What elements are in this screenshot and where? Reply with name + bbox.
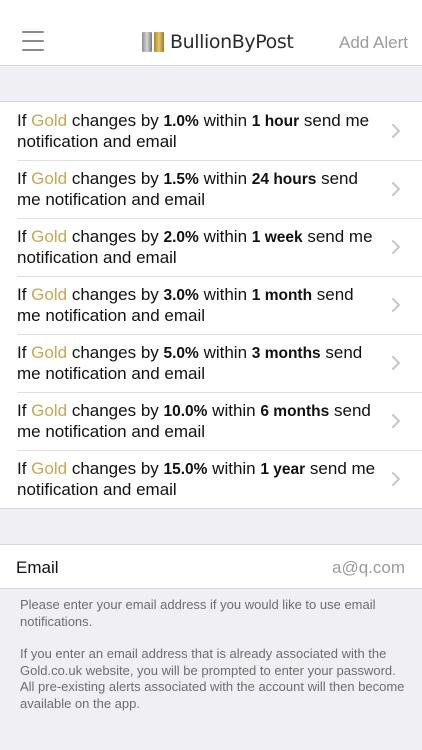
alert-row-gold-6-months[interactable]: If Gold changes by 10.0% within 6 months… — [0, 392, 422, 450]
alert-row-gold-1-month[interactable]: If Gold changes by 3.0% within 1 month s… — [0, 276, 422, 334]
change-percent: 10.0% — [163, 403, 208, 420]
time-period: 1 year — [260, 461, 306, 478]
chevron-right-icon — [392, 472, 400, 486]
time-period: 1 month — [251, 287, 313, 304]
alert-row-gold-3-months[interactable]: If Gold changes by 5.0% within 3 months … — [0, 334, 422, 392]
chevron-right-icon — [392, 124, 400, 138]
alert-row-gold-1-year[interactable]: If Gold changes by 15.0% within 1 year s… — [0, 450, 422, 508]
chevron-right-icon — [392, 298, 400, 312]
change-percent: 15.0% — [163, 461, 208, 478]
time-period: 3 months — [251, 345, 321, 362]
alert-description: If Gold changes by 5.0% within 3 months … — [17, 343, 363, 383]
email-help-text: Please enter your email address if you w… — [20, 597, 405, 712]
gold-bar-logo-icon — [142, 32, 164, 52]
alert-row-gold-1-week[interactable]: If Gold changes by 2.0% within 1 week se… — [0, 218, 422, 276]
alert-row-gold-1-hour[interactable]: If Gold changes by 1.0% within 1 hour se… — [0, 102, 422, 160]
metal-name: Gold — [31, 459, 68, 478]
alert-description: If Gold changes by 15.0% within 1 year s… — [17, 459, 376, 499]
logo-text: BullionByPost — [170, 31, 294, 53]
metal-name: Gold — [31, 111, 68, 130]
time-period: 1 week — [251, 229, 303, 246]
email-note-1: Please enter your email address if you w… — [20, 597, 376, 629]
alert-description: If Gold changes by 10.0% within 6 months… — [17, 401, 371, 441]
metal-name: Gold — [31, 169, 68, 188]
alert-row-gold-24-hours[interactable]: If Gold changes by 1.5% within 24 hours … — [0, 160, 422, 218]
change-percent: 3.0% — [163, 287, 199, 304]
email-row: Email — [0, 544, 422, 589]
navigation-bar: BullionByPost Add Alert — [0, 0, 422, 66]
change-percent: 2.0% — [163, 229, 199, 246]
change-percent: 1.0% — [163, 113, 199, 130]
email-label: Email — [16, 558, 59, 577]
time-period: 6 months — [260, 403, 330, 420]
add-alert-button[interactable]: Add Alert — [339, 33, 408, 53]
change-percent: 5.0% — [163, 345, 199, 362]
metal-name: Gold — [31, 285, 68, 304]
hamburger-menu-icon[interactable] — [22, 31, 46, 51]
email-note-2: If you enter an email address that is al… — [20, 646, 405, 711]
chevron-right-icon — [392, 240, 400, 254]
metal-name: Gold — [31, 227, 68, 246]
alert-description: If Gold changes by 3.0% within 1 month s… — [17, 285, 354, 325]
metal-name: Gold — [31, 343, 68, 362]
chevron-right-icon — [392, 182, 400, 196]
time-period: 1 hour — [251, 113, 300, 130]
alert-description: If Gold changes by 2.0% within 1 week se… — [17, 227, 373, 267]
chevron-right-icon — [392, 356, 400, 370]
email-field[interactable] — [205, 558, 405, 578]
alerts-list: If Gold changes by 1.0% within 1 hour se… — [0, 101, 422, 509]
metal-name: Gold — [31, 401, 68, 420]
alert-description: If Gold changes by 1.0% within 1 hour se… — [17, 111, 370, 151]
alert-description: If Gold changes by 1.5% within 24 hours … — [17, 169, 358, 209]
time-period: 24 hours — [251, 171, 317, 188]
change-percent: 1.5% — [163, 171, 199, 188]
brand-logo: BullionByPost — [141, 28, 294, 56]
chevron-right-icon — [392, 414, 400, 428]
